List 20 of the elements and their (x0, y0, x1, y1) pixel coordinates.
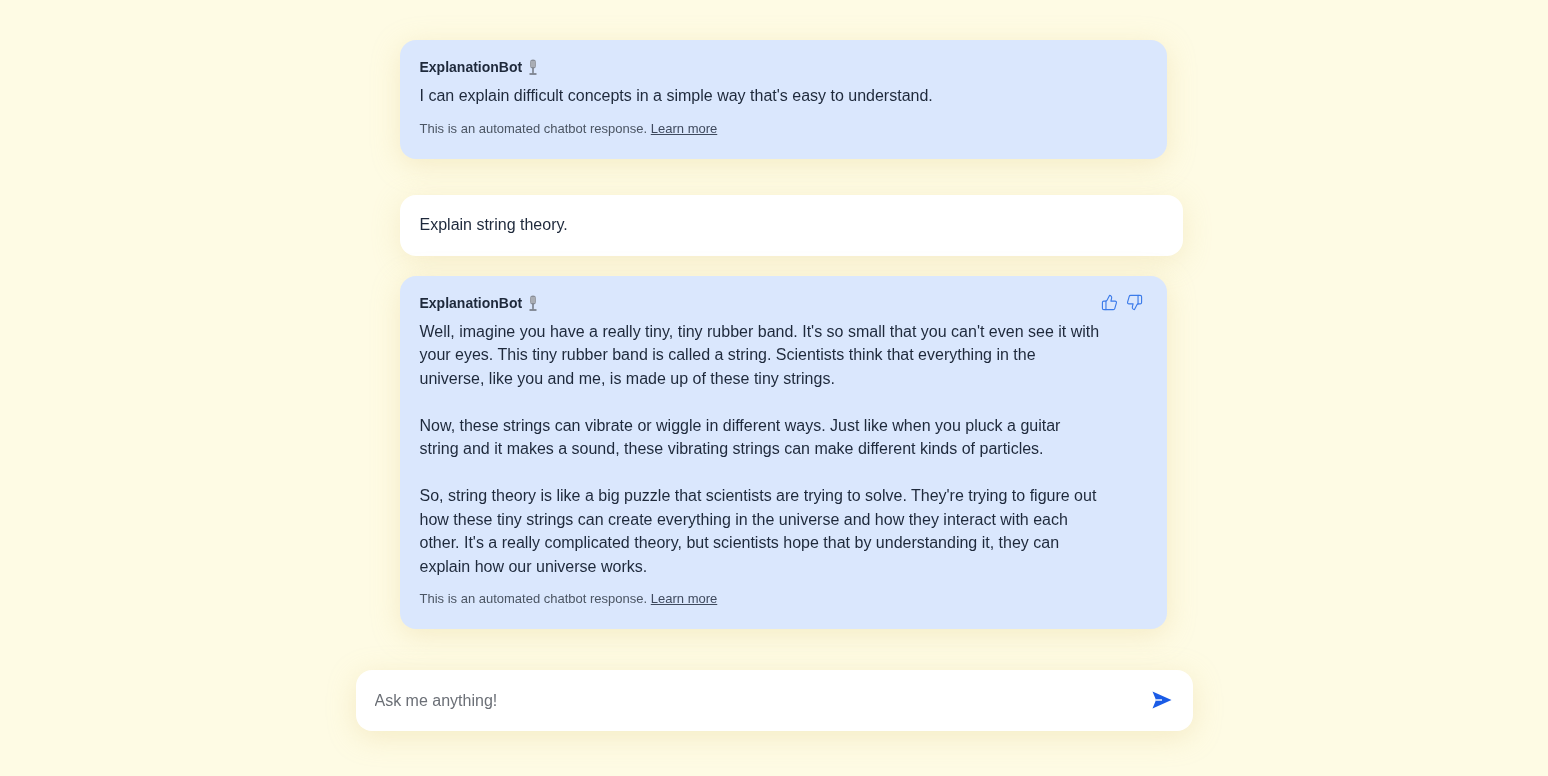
send-icon (1151, 691, 1172, 709)
thumbs-down-button[interactable] (1125, 294, 1143, 311)
microphone-icon (527, 294, 540, 311)
thumbs-up-button[interactable] (1100, 294, 1118, 311)
thumbs-down-icon (1125, 294, 1143, 311)
message-text: Explain string theory. (419, 214, 569, 235)
message-text: So, string theory is like a big puzzle that scientists are trying to solve. They're trying to figure out how these tiny strings can create everything in the universe and how they interact with each other. It's a really complicated theory, but scientists hope that by understanding it, they can explain how our universe works. (419, 486, 1098, 577)
learn-more-link[interactable]: Learn more (650, 591, 718, 606)
message-text: Now, these strings can vibrate or wiggle in different ways. Just like when you pluck a guitar string and it makes a sound, these vibrating strings can make different kinds of particles. (419, 415, 1062, 459)
send-button[interactable] (1151, 691, 1172, 709)
message-input-field[interactable]: Ask me anything! (355, 670, 1193, 731)
disclaimer-text: This is an automated chatbot response. Learn more (419, 119, 719, 138)
message-text: Well, imagine you have a really tiny, tiny rubber band. It's so small that you can't even see it with your eyes. This tiny rubber band is called a string. Scientists think that everything in the universe, like you and me, is made up of these tiny strings. (419, 321, 1101, 389)
microphone-icon (527, 59, 540, 75)
thumbs-up-icon (1100, 294, 1118, 311)
message-text: I can explain difficult concepts in a simple way that's easy to understand. (419, 86, 934, 106)
sender-name: ExplanationBot (419, 58, 523, 77)
disclaimer-text: This is an automated chatbot response. Learn more (419, 590, 719, 608)
learn-more-link[interactable]: Learn more (650, 120, 718, 136)
sender-name: ExplanationBot (419, 293, 523, 313)
